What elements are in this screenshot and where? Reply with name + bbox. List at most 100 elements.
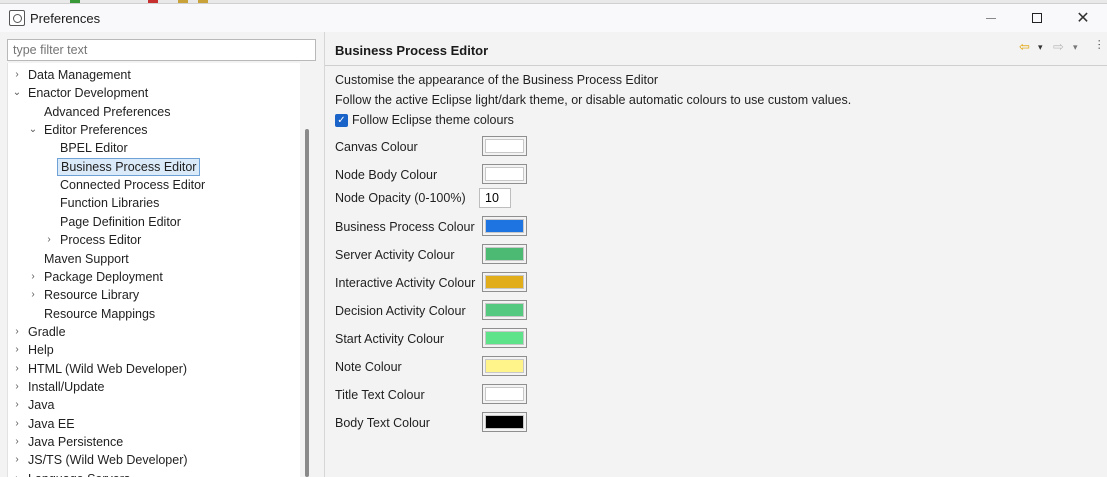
close-icon: ✕ (1076, 10, 1090, 27)
tree-item[interactable]: Java (25, 396, 57, 414)
colour-swatch (485, 219, 524, 233)
chevron-right-icon[interactable]: › (12, 378, 22, 396)
tree-item[interactable]: Java Persistence (25, 433, 126, 451)
minimize-button[interactable] (968, 4, 1014, 32)
maximize-icon (1032, 13, 1042, 23)
colour-swatch (485, 387, 524, 401)
follow-theme-label: Follow Eclipse theme colours (352, 113, 514, 127)
chevron-right-icon[interactable]: › (28, 268, 38, 286)
colour-picker-button[interactable] (482, 244, 527, 264)
colour-picker-button[interactable] (482, 328, 527, 348)
colour-picker-button[interactable] (482, 272, 527, 292)
preferences-nav-panel: ›Data Management⌄Enactor DevelopmentAdva… (0, 32, 317, 477)
tree-item[interactable]: Resource Mappings (41, 305, 158, 323)
colour-picker-button[interactable] (482, 412, 527, 432)
maximize-button[interactable] (1014, 4, 1060, 32)
page-title: Business Process Editor (335, 43, 489, 58)
node-opacity-label: Node Opacity (0-100%) (335, 191, 466, 205)
tree-item[interactable]: Editor Preferences (41, 121, 151, 139)
chevron-down-icon[interactable]: ⌄ (12, 84, 22, 102)
chevron-right-icon[interactable]: › (12, 396, 22, 414)
colour-label: Server Activity Colour (335, 248, 455, 262)
tree-item[interactable]: Connected Process Editor (57, 176, 208, 194)
tree-item[interactable]: Install/Update (25, 378, 107, 396)
colour-picker-button[interactable] (482, 216, 527, 236)
colour-picker-button[interactable] (482, 356, 527, 376)
tree-item[interactable]: Help (25, 341, 57, 359)
colour-picker-button[interactable] (482, 384, 527, 404)
title-bar: Preferences ✕ (0, 4, 1107, 32)
tree-item[interactable]: Maven Support (41, 250, 132, 268)
colour-label: Decision Activity Colour (335, 304, 466, 318)
chevron-right-icon[interactable]: › (12, 451, 22, 469)
page-header: Business Process Editor ⇦ ▾ ⇨ ▾ ⋯ (325, 32, 1107, 66)
forward-arrow-icon[interactable]: ⇨ (1053, 39, 1064, 55)
forward-dropdown-icon[interactable]: ▾ (1073, 39, 1078, 55)
toolbar-icon-stop (148, 0, 158, 3)
tree-scrollbar-thumb[interactable] (305, 129, 309, 477)
tree-item[interactable]: HTML (Wild Web Developer) (25, 360, 190, 378)
page-description: Customise the appearance of the Business… (335, 73, 659, 87)
filter-input[interactable] (7, 39, 316, 61)
back-arrow-icon[interactable]: ⇦ (1019, 39, 1030, 55)
colour-label: Node Body Colour (335, 168, 438, 182)
chevron-right-icon[interactable]: › (12, 323, 22, 341)
tree-item[interactable]: Function Libraries (57, 194, 162, 212)
back-dropdown-icon[interactable]: ▾ (1038, 39, 1043, 55)
chevron-right-icon[interactable]: › (12, 415, 22, 433)
colour-label: Note Colour (335, 360, 402, 374)
colour-swatch (485, 359, 524, 373)
tree-item[interactable]: Package Deployment (41, 268, 166, 286)
checkbox-checked-icon: ✓ (335, 113, 348, 127)
preferences-tree[interactable]: › Data Management ⌄ Enactor Development Adva… (7, 63, 309, 477)
page-description-theme: Follow the active Eclipse light/dark the… (335, 93, 852, 107)
tree-item[interactable]: Business Process Editor (57, 157, 201, 176)
chevron-right-icon[interactable]: › (12, 341, 22, 359)
window-title: Preferences (30, 11, 101, 26)
colour-label: Start Activity Colour (335, 332, 445, 346)
colour-picker-button[interactable] (482, 300, 527, 320)
chevron-right-icon[interactable]: › (12, 66, 22, 84)
tree-item[interactable]: Advanced Preferences (41, 103, 173, 121)
colour-picker-button[interactable] (482, 136, 527, 156)
chevron-right-icon[interactable]: › (12, 360, 22, 378)
minimize-icon (986, 17, 996, 19)
colour-picker-button[interactable] (482, 164, 527, 184)
colour-swatch (485, 275, 524, 289)
tree-item[interactable]: BPEL Editor (57, 139, 131, 157)
colour-swatch (485, 331, 524, 345)
chevron-right-icon[interactable]: › (44, 231, 54, 249)
colour-swatch (485, 415, 524, 429)
tree-item[interactable]: JS/TS (Wild Web Developer) (25, 451, 191, 469)
colour-swatch (485, 139, 524, 153)
eclipse-app-icon (9, 10, 25, 26)
colour-label: Business Process Colour (335, 220, 475, 234)
follow-theme-checkbox[interactable]: ✓ Follow Eclipse theme colours (335, 112, 514, 128)
colour-swatch (485, 167, 524, 181)
colour-swatch (485, 247, 524, 261)
colour-label: Title Text Colour (335, 388, 425, 402)
tree-item[interactable]: Java EE (25, 415, 78, 433)
preference-page: Business Process Editor ⇦ ▾ ⇨ ▾ ⋯ Custom… (325, 32, 1107, 477)
tree-item[interactable]: Enactor Development (25, 84, 151, 102)
tree-item[interactable]: Data Management (25, 66, 134, 84)
colour-swatch (485, 303, 524, 317)
chevron-right-icon[interactable]: › (12, 470, 22, 477)
tree-item[interactable]: Resource Library (41, 286, 142, 304)
close-button[interactable]: ✕ (1060, 4, 1106, 32)
chevron-right-icon[interactable]: › (28, 286, 38, 304)
toolbar-icon-run (70, 0, 80, 3)
chevron-right-icon[interactable]: › (12, 433, 22, 451)
chevron-down-icon[interactable]: ⌄ (28, 121, 38, 139)
node-opacity-input[interactable] (479, 188, 511, 208)
toolbar-icon-folder (198, 0, 208, 3)
tree-item[interactable]: Language Servers (25, 470, 133, 477)
colour-label: Body Text Colour (335, 416, 430, 430)
tree-item[interactable]: Page Definition Editor (57, 213, 184, 231)
colour-label: Interactive Activity Colour (335, 276, 476, 290)
toolbar-icon-folder (178, 0, 188, 3)
view-menu-icon[interactable]: ⋯ (1091, 39, 1107, 55)
panel-splitter[interactable] (317, 32, 325, 477)
tree-item[interactable]: Process Editor (57, 231, 144, 249)
tree-item[interactable]: Gradle (25, 323, 69, 341)
